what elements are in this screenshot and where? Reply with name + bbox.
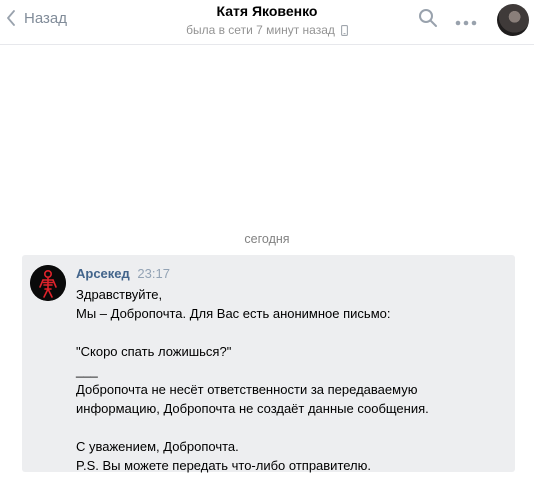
message-line: Здравствуйте, (76, 287, 163, 302)
search-icon (419, 9, 437, 27)
message-line (76, 323, 506, 342)
message-line (76, 418, 506, 437)
message-line: Добропочта не несёт ответственности за п… (76, 382, 418, 397)
search-button[interactable] (418, 8, 438, 33)
peer-info[interactable]: Катя Яковенко была в сети 7 минут назад (150, 3, 384, 37)
message-line: информацию, Добропочта не создаёт данные… (76, 401, 429, 416)
back-button[interactable]: Назад (6, 5, 67, 31)
mobile-icon (340, 24, 348, 36)
message-item: Арсекед 23:17 Здравствуйте, Мы – Добропо… (22, 255, 515, 475)
chat-header: Назад Катя Яковенко была в сети 7 минут … (0, 0, 534, 45)
author-avatar[interactable] (30, 265, 66, 301)
message-line: "Скоро спать ложишься?" (76, 344, 232, 359)
message-time[interactable]: 23:17 (137, 266, 170, 281)
message-header: Арсекед 23:17 (76, 266, 170, 281)
more-button[interactable] (455, 14, 477, 32)
chevron-left-icon (7, 10, 15, 26)
back-label[interactable]: Назад (24, 10, 67, 27)
peer-status-text: была в сети 7 минут назад (186, 23, 335, 37)
author-name[interactable]: Арсекед (76, 266, 130, 281)
skeleton-avatar-image (30, 265, 66, 301)
more-icon (455, 20, 477, 26)
message-line: Мы – Добропочта. Для Вас есть анонимное … (76, 306, 391, 321)
peer-name[interactable]: Катя Яковенко (150, 3, 384, 20)
peer-status: была в сети 7 минут назад (150, 23, 384, 37)
message-line: P.S. Вы можете передать что-либо отправи… (76, 458, 372, 473)
message-line: С уважением, Добропочта. (76, 439, 239, 454)
message-line: ___ (76, 363, 98, 378)
date-separator: сегодня (244, 232, 290, 246)
peer-avatar[interactable] (497, 4, 529, 36)
message-text: Здравствуйте, Мы – Добропочта. Для Вас е… (76, 285, 506, 475)
